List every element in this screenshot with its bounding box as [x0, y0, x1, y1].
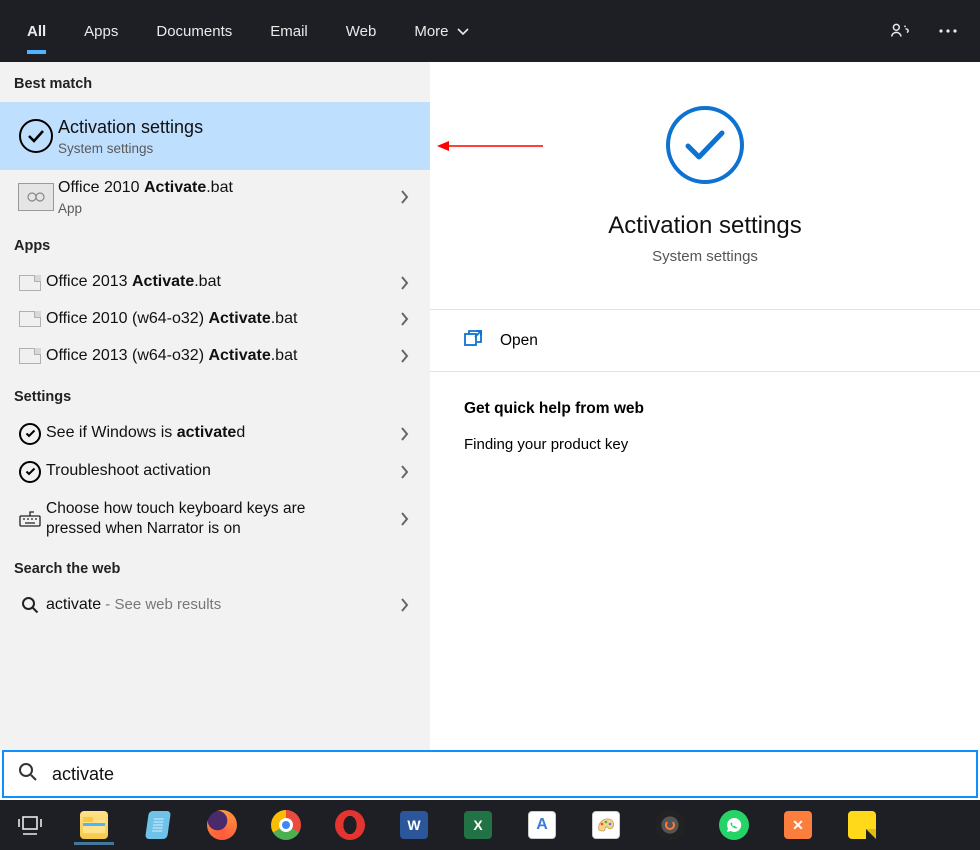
search-icon [14, 596, 46, 614]
tab-label: Email [270, 23, 308, 40]
result-subtitle: System settings [58, 141, 416, 156]
result-title: Office 2013 Activate.bat [46, 272, 392, 293]
chevron-right-icon [392, 427, 416, 441]
chevron-right-icon [392, 312, 416, 326]
section-apps: Apps [0, 224, 430, 264]
tab-label: Documents [156, 23, 232, 40]
result-title: Troubleshoot activation [46, 461, 392, 482]
tab-email[interactable]: Email [251, 0, 327, 62]
bat-file-icon [18, 183, 54, 211]
search-icon [18, 762, 38, 787]
result-title: activate - See web results [46, 595, 392, 616]
feedback-icon[interactable] [876, 0, 924, 62]
check-circle-icon [19, 461, 41, 483]
chevron-right-icon [392, 465, 416, 479]
result-setting-item[interactable]: Choose how touch keyboard keys are press… [0, 491, 430, 547]
taskbar-firefox[interactable] [202, 805, 242, 845]
taskbar-task-view[interactable] [10, 805, 50, 845]
result-app-item[interactable]: Office 2013 (w64-o32) Activate.bat [0, 338, 430, 375]
help-header: Get quick help from web [430, 372, 980, 432]
tab-apps[interactable]: Apps [65, 0, 137, 62]
bat-file-icon [19, 275, 41, 291]
search-input[interactable] [52, 764, 962, 785]
tab-all[interactable]: All [8, 0, 65, 62]
result-app-item[interactable]: Office 2013 Activate.bat [0, 264, 430, 301]
tab-label: All [27, 23, 46, 40]
taskbar-opera[interactable] [330, 805, 370, 845]
taskbar-sticky-notes[interactable] [842, 805, 882, 845]
taskbar-chrome[interactable] [266, 805, 306, 845]
taskbar-word[interactable]: W [394, 805, 434, 845]
result-app-item[interactable]: Office 2010 (w64-o32) Activate.bat [0, 301, 430, 338]
result-title: Office 2010 (w64-o32) Activate.bat [46, 309, 392, 330]
tab-label: Web [346, 23, 377, 40]
help-link[interactable]: Finding your product key [430, 432, 980, 457]
preview-title: Activation settings [430, 212, 980, 240]
result-setting-item[interactable]: See if Windows is activated [0, 415, 430, 453]
taskbar-whatsapp[interactable] [714, 805, 754, 845]
section-best-match: Best match [0, 62, 430, 102]
chevron-down-icon [457, 23, 469, 40]
check-circle-icon [19, 119, 53, 153]
bat-file-icon [19, 348, 41, 364]
taskbar-excel[interactable]: X [458, 805, 498, 845]
tab-web[interactable]: Web [327, 0, 396, 62]
open-button[interactable]: Open [430, 310, 980, 372]
result-title: Office 2010 Activate.bat [58, 178, 392, 199]
tab-label: Apps [84, 23, 118, 40]
taskbar-paint[interactable] [586, 805, 626, 845]
results-column: Best match Activation settings System se… [0, 62, 430, 750]
result-office2010-bat[interactable]: Office 2010 Activate.bat App [0, 170, 430, 224]
chevron-right-icon [392, 349, 416, 363]
taskbar: W X A ✕ [0, 800, 980, 850]
result-subtitle: App [58, 201, 392, 216]
result-title: Activation settings [58, 116, 416, 139]
tab-more[interactable]: More [395, 0, 487, 62]
tab-label: More [414, 23, 448, 40]
result-activation-settings[interactable]: Activation settings System settings [0, 102, 430, 170]
search-scope-tabs: All Apps Documents Email Web More [0, 0, 980, 62]
chevron-right-icon [392, 190, 416, 204]
result-title: Office 2013 (w64-o32) Activate.bat [46, 346, 392, 367]
section-settings: Settings [0, 375, 430, 415]
result-title: See if Windows is activated [46, 423, 392, 444]
result-title: Choose how touch keyboard keys are press… [46, 499, 346, 539]
preview-subtitle: System settings [430, 248, 980, 265]
chevron-right-icon [392, 276, 416, 290]
check-circle-icon [666, 106, 744, 184]
search-bar[interactable] [2, 750, 978, 798]
taskbar-wordpad[interactable]: A [522, 805, 562, 845]
bat-file-icon [19, 311, 41, 327]
taskbar-file-explorer[interactable] [74, 805, 114, 845]
chevron-right-icon [392, 512, 416, 526]
tab-documents[interactable]: Documents [137, 0, 251, 62]
taskbar-app[interactable] [650, 805, 690, 845]
result-web-search[interactable]: activate - See web results [0, 587, 430, 624]
check-circle-icon [19, 423, 41, 445]
taskbar-xampp[interactable]: ✕ [778, 805, 818, 845]
chevron-right-icon [392, 598, 416, 612]
result-setting-item[interactable]: Troubleshoot activation [0, 453, 430, 491]
open-icon [464, 330, 482, 351]
taskbar-notepad[interactable] [138, 805, 178, 845]
section-web: Search the web [0, 547, 430, 587]
preview-pane: Activation settings System settings Open… [430, 62, 980, 750]
more-options-icon[interactable] [924, 0, 972, 62]
keyboard-icon [14, 511, 46, 527]
open-label: Open [500, 332, 538, 350]
